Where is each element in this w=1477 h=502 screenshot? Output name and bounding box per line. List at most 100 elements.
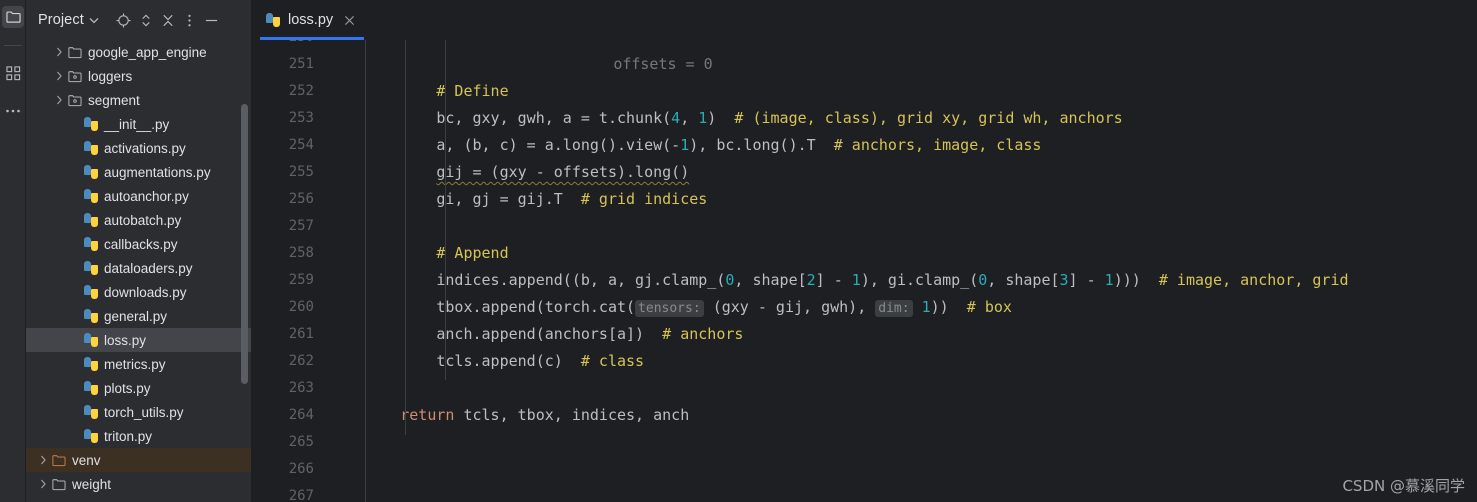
code-token: bc, gxy, gwh, a = t.chunk( (328, 109, 672, 127)
python-file-icon (82, 117, 100, 131)
chevron-right-icon[interactable] (52, 71, 66, 81)
tree-item-label: segment (88, 92, 140, 108)
tree-item-label: augmentations.py (104, 164, 211, 180)
source-folder-icon (66, 94, 84, 107)
tree-item-autoanchor-py[interactable]: autoanchor.py (26, 184, 252, 208)
code-line-264: return tcls, tbox, indices, anch (328, 402, 689, 429)
tree-item-label: callbacks.py (104, 236, 178, 252)
indent-guide-level-1 (365, 40, 366, 502)
code-token: # image, anchor, grid (1158, 271, 1349, 289)
tree-item-label: metrics.py (104, 356, 166, 372)
chevron-right-icon[interactable] (52, 47, 66, 57)
code-token: tensors: (635, 300, 704, 317)
code-token: 1 (680, 136, 690, 154)
code-line-261: anch.append(anchors[a]) # anchors (328, 321, 743, 348)
code-line-252: # Define (328, 78, 508, 105)
chevron-right-icon[interactable] (36, 455, 50, 465)
tree-item-__init__-py[interactable]: __init__.py (26, 112, 252, 136)
line-number-261: 261 (288, 326, 314, 342)
line-number-259: 259 (288, 272, 314, 288)
project-file-tree[interactable]: google_app_engine loggers segment __init_… (26, 40, 252, 502)
hide-icon[interactable] (201, 9, 223, 31)
tree-item-google_app_engine[interactable]: google_app_engine (26, 40, 252, 64)
structure-icon (5, 65, 20, 80)
line-number-gutter: 250 251 252 253 254 255 256 257 258 259 260 261 262 2… (252, 40, 328, 502)
tree-item-triton-py[interactable]: triton.py (26, 424, 252, 448)
folder-icon (5, 11, 21, 23)
code-token: # anchors, image, class (833, 136, 1042, 154)
project-panel-toolbar (113, 9, 223, 31)
tree-item-metrics-py[interactable]: metrics.py (26, 352, 252, 376)
line-number-250: 250 (254, 40, 314, 51)
source-folder-icon (66, 70, 84, 83)
tree-item-weight[interactable]: weight (26, 472, 252, 496)
project-panel-header: Project (26, 0, 252, 40)
tree-item-dataloaders-py[interactable]: dataloaders.py (26, 256, 252, 280)
line-number-258: 258 (288, 245, 314, 261)
code-token: # (image, class), grid xy, grid wh, anch… (734, 109, 1123, 127)
tab-loss-py[interactable]: loss.py (252, 0, 370, 40)
line-number-255: 255 (288, 164, 314, 180)
code-token: ), gi.clamp_( (860, 271, 979, 289)
line-number-262: 262 (288, 353, 314, 369)
tree-item-loggers[interactable]: loggers (26, 64, 252, 88)
more-tools-icon[interactable] (2, 100, 24, 122)
expand-collapse-icon[interactable] (135, 9, 157, 31)
line-number-260: 260 (288, 299, 314, 315)
options-menu-icon[interactable] (179, 9, 201, 31)
structure-tool-icon[interactable] (2, 62, 24, 84)
tree-item-autobatch-py[interactable]: autobatch.py (26, 208, 252, 232)
tree-item-venv[interactable]: venv (26, 448, 252, 472)
python-file-icon (82, 333, 100, 347)
tree-item-label: plots.py (104, 380, 151, 396)
tree-item-loss-py[interactable]: loss.py (26, 328, 252, 352)
tree-item-label: activations.py (104, 140, 186, 156)
code-token: , (680, 109, 699, 127)
editor-area: loss.py 250 251 252 253 254 255 256 257 258 259 26… (252, 0, 1477, 502)
code-token: 2 (806, 271, 816, 289)
tree-item-label: autobatch.py (104, 212, 182, 228)
collapse-all-icon[interactable] (157, 9, 179, 31)
close-icon[interactable] (341, 12, 357, 28)
tree-item-label: dataloaders.py (104, 260, 193, 276)
tree-item-plots-py[interactable]: plots.py (26, 376, 252, 400)
chevron-right-icon[interactable] (36, 479, 50, 489)
line-number-264: 264 (288, 407, 314, 423)
code-token: tcls, tbox, indices, anch (454, 406, 690, 424)
line-number-252: 252 (288, 83, 314, 99)
tree-item-activations-py[interactable]: activations.py (26, 136, 252, 160)
tree-item-downloads-py[interactable]: downloads.py (26, 280, 252, 304)
chevron-down-icon[interactable] (89, 17, 99, 24)
code-token: ) (707, 109, 735, 127)
tree-item-torch_utils-py[interactable]: torch_utils.py (26, 400, 252, 424)
project-tree-scrollbar[interactable] (241, 104, 248, 384)
code-token: indices.append((b, a, gj.clamp_( (328, 271, 726, 289)
code-token: # anchors (662, 325, 744, 343)
tree-item-label: autoanchor.py (104, 188, 189, 204)
code-token: , shape[ (987, 271, 1060, 289)
code-content[interactable]: offsets = 0 # Define bc, gxy, gwh, a = t… (328, 40, 1477, 502)
code-token: anch.append(anchors[a]) (328, 325, 663, 343)
code-token: 3 (1059, 271, 1069, 289)
code-editor[interactable]: 250 251 252 253 254 255 256 257 258 259 260 261 262 2… (252, 40, 1477, 502)
line-number-266: 266 (288, 461, 314, 477)
code-line-254: a, (b, c) = a.long().view(-1), bc.long()… (328, 132, 1041, 159)
project-tool-icon[interactable] (2, 6, 24, 28)
locate-icon[interactable] (113, 9, 135, 31)
chevron-right-icon[interactable] (52, 95, 66, 105)
ellipsis-icon (6, 109, 20, 113)
tree-item-callbacks-py[interactable]: callbacks.py (26, 232, 252, 256)
tree-item-segment[interactable]: segment (26, 88, 252, 112)
code-token: ] - (815, 271, 852, 289)
code-token: 4 (671, 109, 681, 127)
tree-item-general-py[interactable]: general.py (26, 304, 252, 328)
code-line-253: bc, gxy, gwh, a = t.chunk(4, 1) # (image… (328, 105, 1123, 132)
tree-item-augmentations-py[interactable]: augmentations.py (26, 160, 252, 184)
python-file-icon (82, 357, 100, 371)
code-token: gij = (gxy - offsets).long() (436, 163, 690, 181)
tree-item-label: venv (72, 452, 101, 468)
python-file-icon (82, 141, 100, 155)
